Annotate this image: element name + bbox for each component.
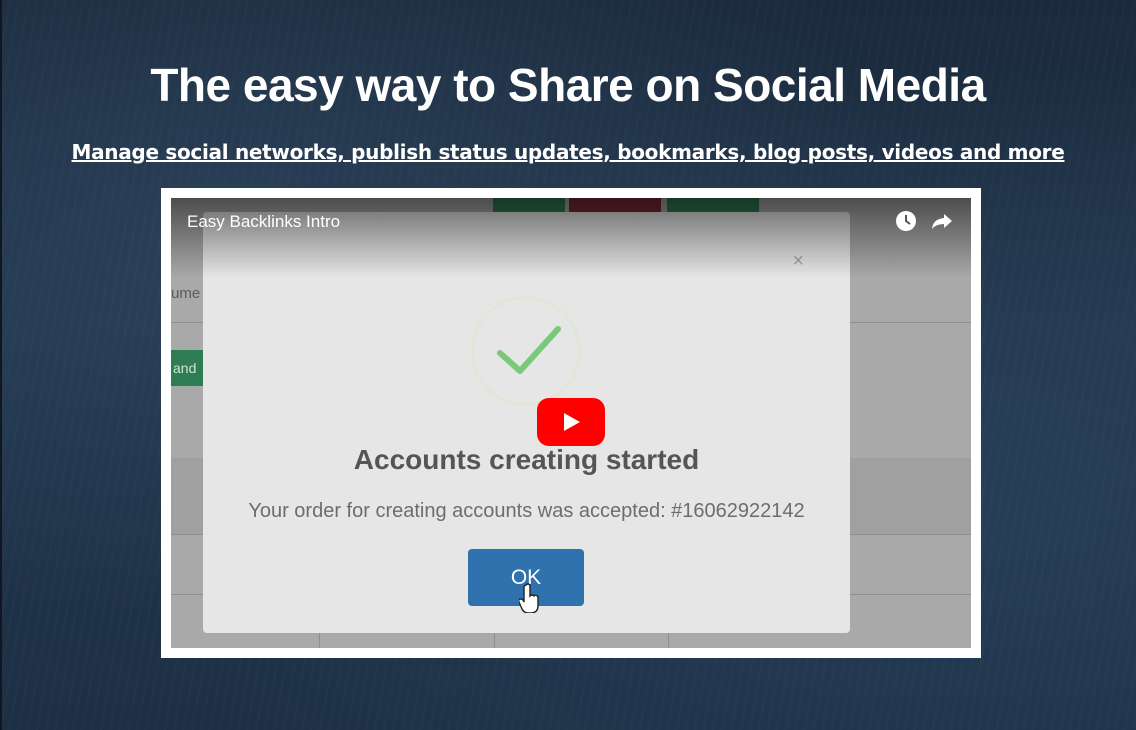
modal-message: Your order for creating accounts was acc… — [248, 500, 805, 522]
watch-later-icon[interactable] — [895, 210, 917, 237]
app-side-button: and — [171, 350, 203, 386]
video-player[interactable]: ume and × Accounts creating started Your… — [171, 198, 971, 648]
subheadline-link[interactable]: Manage social networks, publish status u… — [72, 140, 1065, 164]
success-check-icon — [471, 296, 581, 406]
video-top-gradient — [171, 198, 971, 278]
modal-title: Accounts creating started — [353, 444, 700, 475]
page-headline: The easy way to Share on Social Media — [150, 59, 986, 111]
share-icon[interactable] — [931, 210, 953, 237]
page-subheadline: Manage social networks, publish status u… — [0, 140, 1136, 164]
youtube-play-icon[interactable] — [537, 398, 605, 446]
video-top-controls — [895, 210, 953, 237]
hand-cursor-icon — [518, 583, 541, 618]
video-title[interactable]: Easy Backlinks Intro — [187, 212, 340, 232]
app-side-text: ume — [171, 285, 201, 302]
video-embed-frame: ume and × Accounts creating started Your… — [161, 188, 981, 658]
